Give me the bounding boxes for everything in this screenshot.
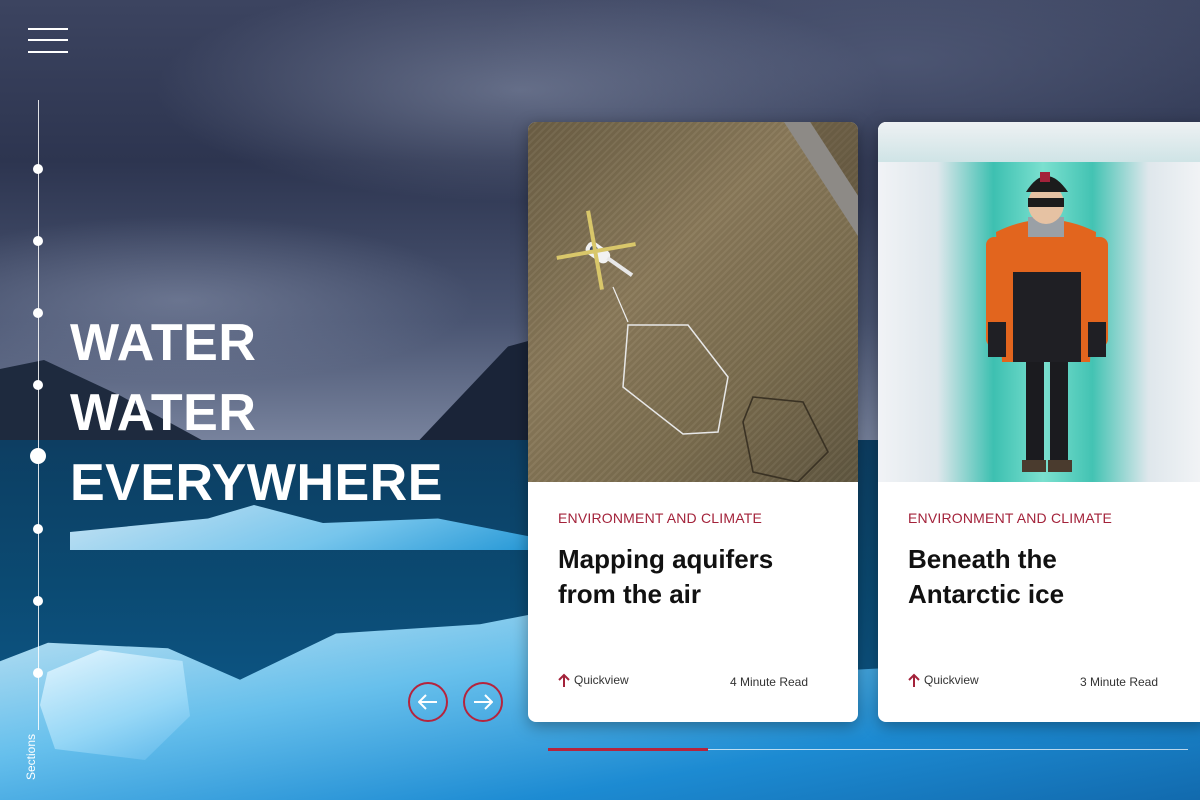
- card-title[interactable]: Mapping aquifers from the air: [558, 542, 818, 612]
- card-body: ENVIRONMENT AND CLIMATE Beneath the Anta…: [908, 482, 1168, 612]
- card-footer: Quickview 4 Minute Read: [558, 670, 808, 694]
- page-heading: WATER WATER EVERYWHERE: [70, 308, 443, 518]
- sections-label: Sections: [24, 733, 38, 780]
- section-dot-1[interactable]: [33, 164, 43, 174]
- read-time: 3 Minute Read: [1079, 675, 1158, 689]
- article-card-1[interactable]: ENVIRONMENT AND CLIMATE Mapping aquifers…: [528, 122, 858, 722]
- section-dot-4[interactable]: [33, 380, 43, 390]
- section-dot-2[interactable]: [33, 236, 43, 246]
- arrow-up-icon: [558, 673, 570, 687]
- arrow-left-icon: [418, 694, 437, 710]
- card-category[interactable]: ENVIRONMENT AND CLIMATE: [558, 510, 818, 526]
- section-dot-3[interactable]: [33, 308, 43, 318]
- article-card-2[interactable]: ENVIRONMENT AND CLIMATE Beneath the Anta…: [878, 122, 1200, 722]
- arrow-right-icon: [474, 694, 493, 710]
- quickview-label: Quickview: [924, 673, 979, 687]
- section-dot-7[interactable]: [33, 596, 43, 606]
- quickview-link[interactable]: Quickview: [908, 673, 979, 687]
- hamburger-menu-icon[interactable]: [28, 26, 68, 56]
- person-in-ice-cave-image: [878, 122, 1200, 482]
- heading-line-1: WATER: [70, 314, 257, 372]
- card-category[interactable]: ENVIRONMENT AND CLIMATE: [908, 510, 1168, 526]
- section-dot-6[interactable]: [33, 524, 43, 534]
- section-dot-8[interactable]: [33, 668, 43, 678]
- carousel-next-button[interactable]: [463, 682, 503, 722]
- helicopter-over-field-image: [528, 122, 858, 482]
- read-time: 4 Minute Read: [729, 675, 808, 689]
- card-footer: Quickview 3 Minute Read: [908, 670, 1158, 694]
- carousel-progress-fill: [548, 748, 708, 751]
- heading-line-2: WATER: [70, 384, 257, 442]
- heading-line-3: EVERYWHERE: [70, 454, 443, 512]
- arrow-up-icon: [908, 673, 920, 687]
- quickview-link[interactable]: Quickview: [558, 673, 629, 687]
- section-nav-line: [38, 100, 39, 730]
- card-title[interactable]: Beneath the Antarctic ice: [908, 542, 1168, 612]
- quickview-label: Quickview: [574, 673, 629, 687]
- card-body: ENVIRONMENT AND CLIMATE Mapping aquifers…: [558, 482, 818, 612]
- section-dot-5-active[interactable]: [30, 448, 46, 464]
- carousel-prev-button[interactable]: [408, 682, 448, 722]
